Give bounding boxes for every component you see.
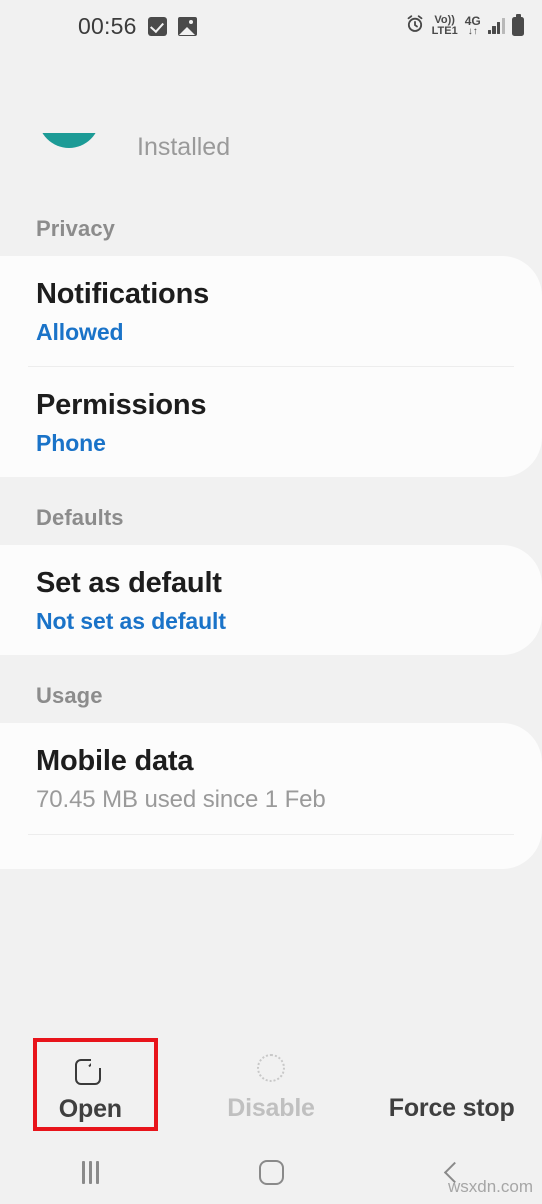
section-header-privacy: Privacy — [36, 216, 115, 241]
signal-icon — [487, 18, 505, 34]
row-title: Mobile data — [36, 745, 194, 777]
check-icon — [147, 16, 167, 36]
force-stop-button[interactable]: Force stop — [361, 1036, 542, 1140]
section-header-defaults: Defaults — [36, 505, 124, 530]
status-bar-clock: 00:56 — [78, 12, 137, 39]
row-value: 70.45 MB used since 1 Feb — [36, 786, 326, 813]
row-value: Not set as default — [36, 608, 226, 634]
card-bottom-spacer — [0, 835, 542, 869]
status-bar: 00:56 Vo)) LTE1 4G ↓↑ — [0, 0, 542, 52]
block-icon — [438, 1054, 466, 1082]
row-value: Phone — [36, 430, 106, 456]
data-arrows-label: ↓↑ — [467, 26, 478, 37]
open-button-label: Open — [58, 1094, 122, 1123]
row-notifications[interactable]: Notifications Allowed — [0, 256, 542, 366]
scroll-fade-mask — [0, 68, 542, 133]
section-header-usage: Usage — [36, 683, 103, 708]
defaults-card: Set as default Not set as default — [0, 545, 542, 655]
row-permissions[interactable]: Permissions Phone — [0, 367, 542, 477]
dashed-circle-icon — [257, 1053, 285, 1082]
volte-icon: Vo)) LTE1 — [432, 15, 458, 37]
usage-card: Mobile data 70.45 MB used since 1 Feb — [0, 723, 542, 869]
photo-icon — [177, 16, 197, 36]
row-set-as-default[interactable]: Set as default Not set as default — [0, 545, 542, 655]
status-bar-right: Vo)) LTE1 4G ↓↑ — [405, 13, 524, 39]
row-title: Permissions — [36, 389, 207, 421]
settings-scroll-view[interactable]: Installed Privacy Notifications Allowed … — [0, 68, 542, 869]
recents-button[interactable] — [0, 1140, 181, 1204]
volte-bottom-label: LTE1 — [431, 25, 458, 37]
app-summary: Installed — [0, 68, 542, 188]
row-mobile-data[interactable]: Mobile data 70.45 MB used since 1 Feb — [0, 723, 542, 834]
row-title: Set as default — [36, 567, 222, 599]
phone-screen: 00:56 Vo)) LTE1 4G ↓↑ Installed Privacy … — [0, 0, 542, 1204]
battery-icon — [512, 13, 524, 36]
force-stop-button-label: Force stop — [388, 1093, 515, 1122]
privacy-card: Notifications Allowed Permissions Phone — [0, 256, 542, 477]
open-button[interactable]: Open — [0, 1036, 181, 1140]
disable-button-label: Disable — [227, 1093, 315, 1122]
status-bar-left: 00:56 — [78, 13, 197, 40]
recents-icon — [81, 1160, 99, 1184]
install-status-label: Installed — [137, 133, 231, 161]
alarm-icon — [405, 14, 425, 39]
row-value: Allowed — [36, 319, 124, 345]
home-button[interactable] — [181, 1140, 362, 1204]
network-type-icon: 4G ↓↑ — [465, 15, 481, 37]
disable-button: Disable — [181, 1036, 362, 1140]
action-bar: Open Disable Force stop — [0, 1036, 542, 1140]
row-title: Notifications — [36, 278, 210, 310]
home-icon — [258, 1159, 284, 1185]
external-link-icon — [75, 1052, 107, 1085]
watermark: wsxdn.com — [447, 1177, 533, 1196]
